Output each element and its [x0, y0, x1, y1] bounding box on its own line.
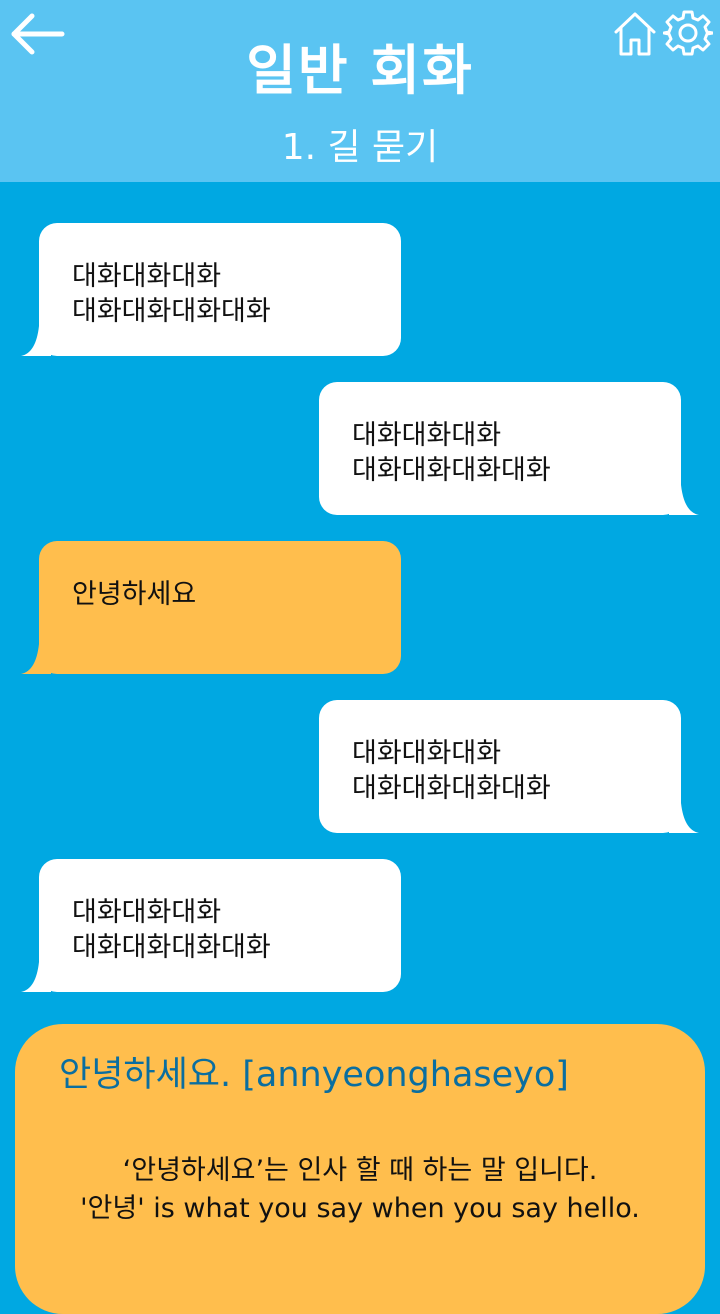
- description-line-english: '안녕' is what you say when you say hello.: [80, 1193, 640, 1224]
- chat-bubble-highlighted[interactable]: 안녕하세요: [21, 541, 401, 674]
- message-line: 대화대화대화: [72, 261, 222, 292]
- message-line: 대화대화대화: [352, 738, 502, 769]
- chat-bubble[interactable]: 대화대화대화 대화대화대화대화: [319, 700, 699, 833]
- bubble-tail: [669, 803, 699, 833]
- header-bar: 일반 회화 1. 길 묻기: [0, 0, 720, 182]
- chat-bubble[interactable]: 대화대화대화 대화대화대화대화: [21, 859, 401, 992]
- explanation-panel: 안녕하세요. [annyeonghaseyo] ‘안녕하세요’는 인사 할 때 …: [15, 1024, 705, 1314]
- settings-button[interactable]: [662, 8, 715, 58]
- message-line: 대화대화대화대화: [352, 773, 551, 804]
- chat-bubble[interactable]: 대화대화대화 대화대화대화대화: [21, 223, 401, 356]
- chat-bubble[interactable]: 대화대화대화 대화대화대화대화: [319, 382, 699, 515]
- phrase-description: ‘안녕하세요’는 인사 할 때 하는 말 입니다. '안녕' is what y…: [15, 1152, 705, 1228]
- home-icon: [614, 12, 656, 56]
- message-line: 대화대화대화: [72, 897, 222, 928]
- gear-icon: [662, 10, 715, 56]
- bubble-tail: [21, 644, 51, 674]
- message-line: 대화대화대화대화: [352, 455, 551, 486]
- bubble-tail: [669, 485, 699, 515]
- description-line-korean: ‘안녕하세요’는 인사 할 때 하는 말 입니다.: [122, 1155, 598, 1186]
- message-line: 안녕하세요: [72, 579, 197, 610]
- message-line: 대화대화대화대화: [72, 932, 271, 963]
- home-button[interactable]: [612, 10, 658, 58]
- page-subtitle: 1. 길 묻기: [281, 127, 439, 168]
- phrase-title: 안녕하세요. [annyeonghaseyo]: [59, 1055, 569, 1095]
- bubble-tail: [21, 962, 51, 992]
- message-line: 대화대화대화대화: [72, 296, 271, 327]
- bubble-tail: [21, 326, 51, 356]
- message-line: 대화대화대화: [352, 420, 502, 451]
